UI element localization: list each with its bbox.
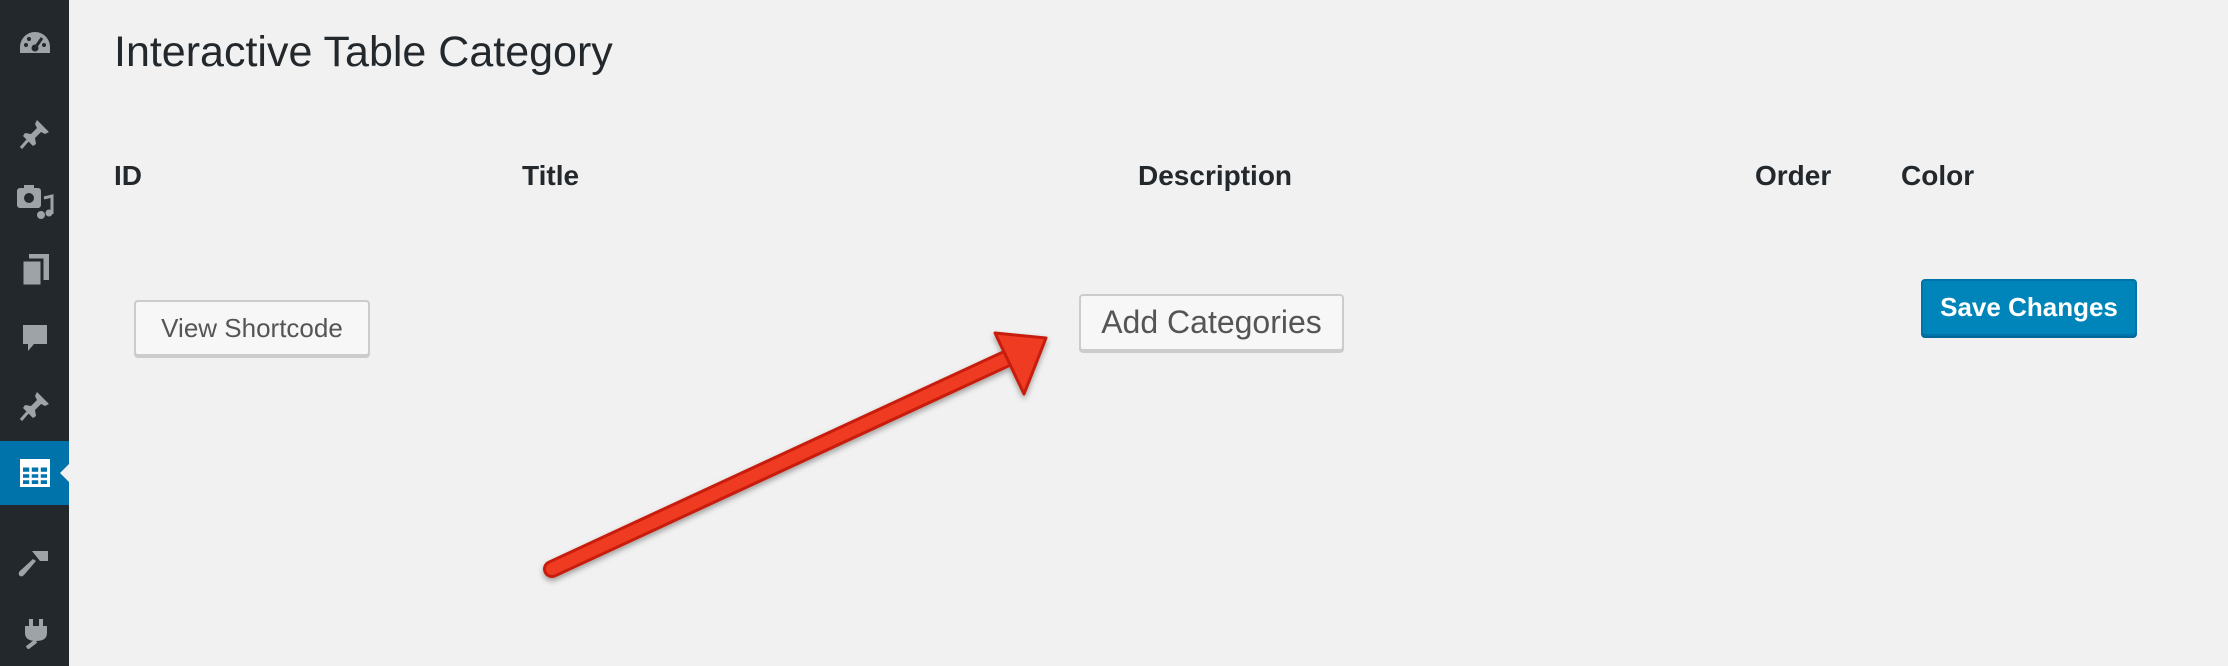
dashboard-icon[interactable]: [0, 12, 69, 76]
column-header-description: Description: [1138, 160, 1293, 191]
page-title: Interactive Table Category: [114, 28, 613, 76]
column-header-id: ID: [114, 160, 142, 191]
table-icon[interactable]: [0, 441, 69, 505]
media-icon[interactable]: [0, 170, 69, 234]
posts-pin-icon[interactable]: [0, 102, 69, 166]
column-header-color: Color: [1901, 160, 1975, 191]
add-categories-button[interactable]: Add Categories: [1079, 294, 1344, 351]
column-header-order: Order: [1755, 160, 1832, 191]
plugins-icon[interactable]: [0, 600, 69, 664]
view-shortcode-button[interactable]: View Shortcode: [134, 300, 370, 356]
main-content: Interactive Table Category ID Title Desc…: [69, 0, 2228, 666]
admin-sidebar: [0, 0, 69, 666]
pages-icon[interactable]: [0, 238, 69, 302]
comments-icon[interactable]: [0, 306, 69, 370]
pin-icon[interactable]: [0, 374, 69, 438]
save-changes-button[interactable]: Save Changes: [1921, 279, 2137, 336]
column-header-title: Title: [522, 160, 580, 191]
appearance-brush-icon[interactable]: [0, 531, 69, 595]
